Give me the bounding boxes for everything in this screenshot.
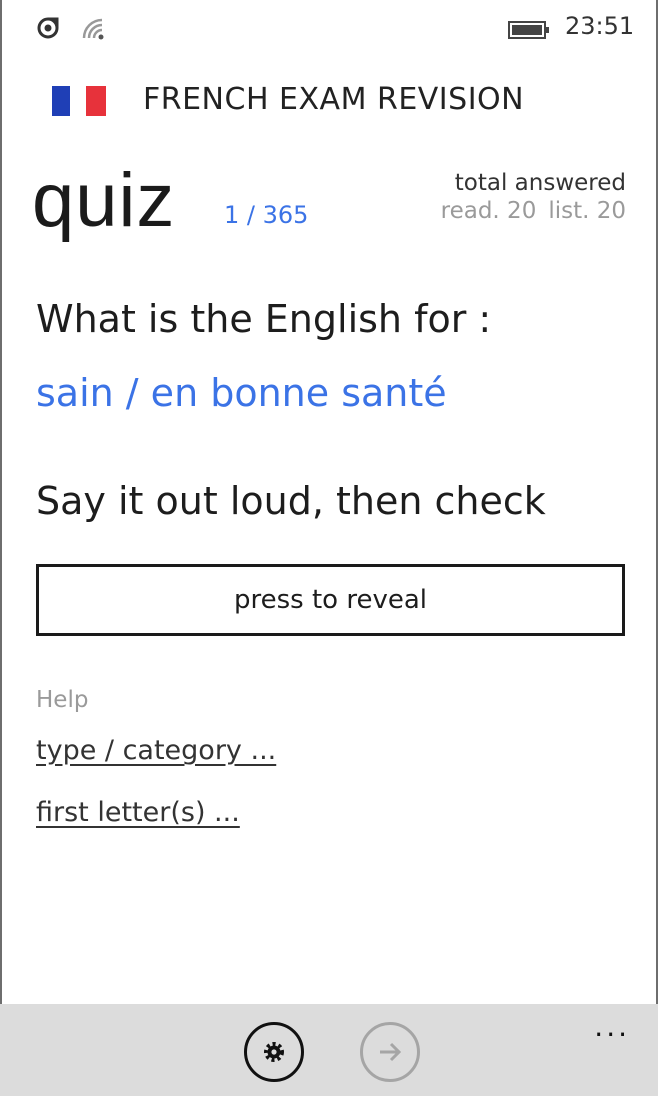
status-bar: 23:51: [0, 0, 658, 58]
next-button[interactable]: [360, 1022, 420, 1082]
signal-icon: [37, 17, 59, 39]
help-link-first-letters[interactable]: first letter(s) ...: [36, 797, 240, 828]
battery-icon: [508, 21, 549, 39]
app-bar: ...: [0, 1004, 658, 1096]
question-prompt: What is the English for :: [36, 297, 492, 341]
answered-stats: total answered read. 20 list. 20: [441, 170, 626, 224]
app-title: FRENCH EXAM REVISION: [143, 82, 525, 117]
clock: 23:51: [565, 12, 635, 40]
stats-label: total answered: [454, 170, 626, 196]
settings-icon: [264, 1042, 284, 1062]
help-link-type-category[interactable]: type / category ...: [36, 735, 276, 766]
arrow-right-icon: [380, 1042, 402, 1062]
more-menu-button[interactable]: ...: [594, 1010, 630, 1043]
instruction-text: Say it out loud, then check: [36, 479, 546, 523]
reveal-button[interactable]: press to reveal: [36, 564, 625, 636]
settings-button[interactable]: [244, 1022, 304, 1082]
help-label: Help: [36, 687, 89, 713]
wifi-icon: [82, 18, 104, 40]
french-flag-icon: [52, 86, 110, 116]
page-title: quiz: [32, 158, 176, 243]
listening-count: list. 20: [548, 198, 626, 224]
reading-count: read. 20: [440, 198, 537, 224]
question-progress: 1 / 365: [224, 201, 309, 229]
french-word: sain / en bonne santé: [36, 371, 447, 415]
